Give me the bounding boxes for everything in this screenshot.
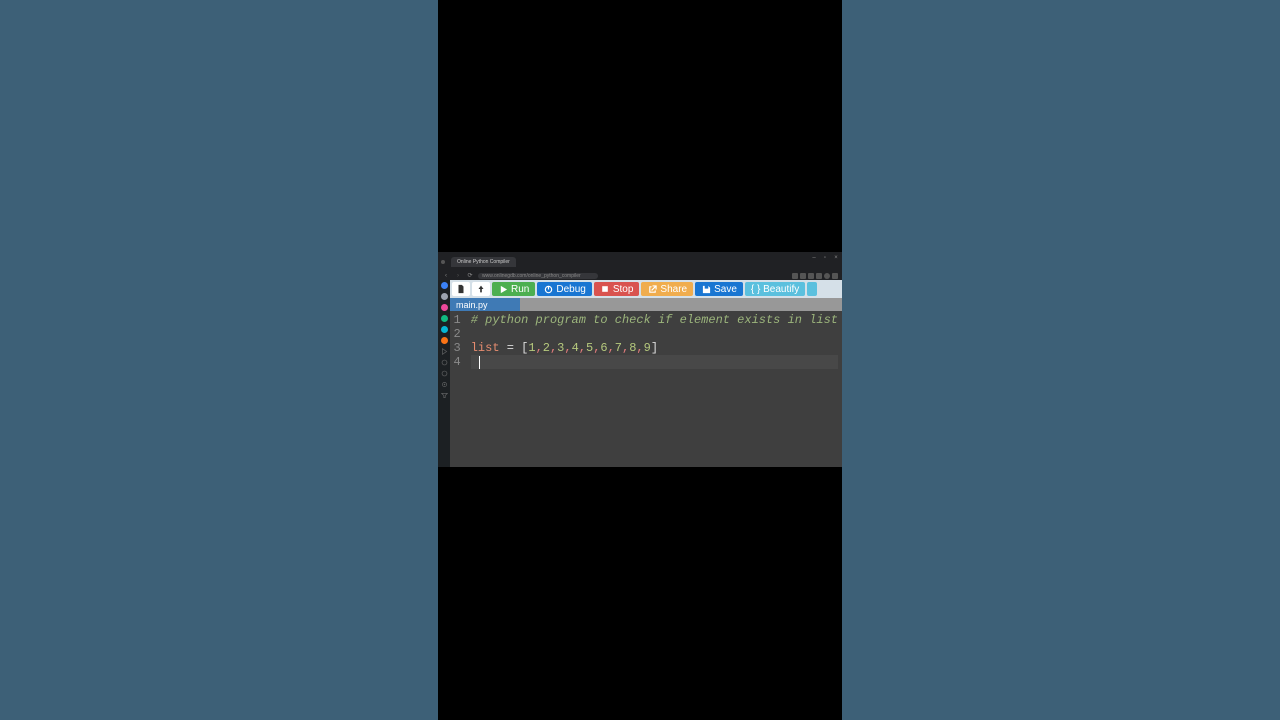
code-line: list = [1,2,3,4,5,6,7,8,9] (471, 341, 838, 355)
new-file-button[interactable] (452, 282, 470, 296)
power-icon (543, 284, 553, 294)
extension-icon[interactable] (816, 273, 822, 279)
file-tab-strip: main.py (450, 298, 842, 311)
code-line (471, 327, 838, 341)
line-number: 3 (450, 341, 461, 355)
debug-button[interactable]: Debug (537, 282, 591, 296)
window-control-icon[interactable] (441, 260, 445, 264)
number-token: 4 (572, 341, 579, 355)
extension-icon[interactable] (800, 273, 806, 279)
extension-icon[interactable] (808, 273, 814, 279)
number-token: 7 (615, 341, 622, 355)
share-label: Share (660, 284, 687, 295)
phone-frame: Online Python Compiler – ▫ × ‹ › ⟳ www.o… (438, 0, 842, 720)
profile-icon[interactable] (824, 273, 830, 279)
code-line-active (471, 355, 838, 369)
line-gutter: 1 2 3 4 (450, 311, 467, 467)
number-token: 1 (528, 341, 535, 355)
empty-line (471, 355, 478, 369)
menu-icon[interactable] (832, 273, 838, 279)
back-icon[interactable]: ‹ (442, 272, 450, 280)
run-button[interactable]: Run (492, 282, 535, 296)
sidebar-app-icon[interactable] (441, 337, 448, 344)
text-cursor (479, 356, 480, 369)
bracket-token: ] (651, 341, 658, 355)
comma-token: , (564, 341, 571, 355)
save-icon (701, 284, 711, 294)
comma-token: , (579, 341, 586, 355)
code-line: # python program to check if element exi… (471, 313, 838, 327)
comma-token: , (636, 341, 643, 355)
close-icon[interactable]: × (832, 254, 840, 262)
share-button[interactable]: Share (641, 282, 693, 296)
forward-icon[interactable]: › (454, 272, 462, 280)
toolbar: Run Debug Stop (450, 280, 842, 298)
number-token: 6 (600, 341, 607, 355)
reload-icon[interactable]: ⟳ (466, 272, 474, 280)
browser-tab-title: Online Python Compiler (457, 258, 510, 266)
assign-token: = (500, 341, 522, 355)
url-field[interactable]: www.onlinegdb.com/online_python_compiler (478, 273, 598, 279)
minimize-icon[interactable]: – (810, 254, 818, 262)
visible-app-region: Online Python Compiler – ▫ × ‹ › ⟳ www.o… (438, 252, 842, 467)
sidebar-app-icon[interactable] (441, 282, 448, 289)
browser-tab[interactable]: Online Python Compiler (451, 257, 516, 267)
line-number: 4 (450, 355, 461, 369)
file-tab-label: main.py (456, 300, 488, 310)
browser-url-bar: ‹ › ⟳ www.onlinegdb.com/online_python_co… (438, 271, 842, 280)
upload-button[interactable] (472, 282, 490, 296)
beautify-button[interactable]: { } Beautify (745, 282, 805, 296)
upload-icon (476, 284, 486, 294)
keyword-token: list (471, 341, 500, 355)
stop-icon (600, 284, 610, 294)
gear-icon[interactable] (441, 381, 448, 388)
line-number: 2 (450, 327, 461, 341)
play-icon (498, 284, 508, 294)
line-number: 1 (450, 313, 461, 327)
comment-token: # python program to check if element exi… (471, 313, 838, 327)
stop-label: Stop (613, 284, 634, 295)
comma-token: , (608, 341, 615, 355)
circle-outline-icon[interactable] (441, 370, 448, 377)
beautify-label: { } Beautify (751, 284, 799, 295)
sidebar-app-icon[interactable] (441, 304, 448, 311)
list-contents: 1,2,3,4,5,6,7,8,9 (528, 341, 650, 355)
browser-titlebar: Online Python Compiler – ▫ × (438, 252, 842, 271)
sidebar-app-icon[interactable] (441, 293, 448, 300)
new-file-icon (456, 284, 466, 294)
url-text: www.onlinegdb.com/online_python_compiler (482, 273, 581, 279)
left-sidebar (438, 280, 450, 467)
toolbar-overflow-button[interactable] (807, 282, 817, 296)
stop-button[interactable]: Stop (594, 282, 640, 296)
maximize-icon[interactable]: ▫ (821, 254, 829, 262)
code-editor[interactable]: 1 2 3 4 # python program to check if ele… (450, 311, 842, 467)
number-token: 2 (543, 341, 550, 355)
save-label: Save (714, 284, 737, 295)
debug-label: Debug (556, 284, 585, 295)
extension-icon[interactable] (792, 273, 798, 279)
play-outline-icon[interactable] (441, 348, 448, 355)
code-area[interactable]: # python program to check if element exi… (467, 311, 842, 467)
save-button[interactable]: Save (695, 282, 743, 296)
filter-icon[interactable] (441, 392, 448, 399)
circle-outline-icon[interactable] (441, 359, 448, 366)
number-token: 9 (644, 341, 651, 355)
file-tab-main[interactable]: main.py (450, 298, 520, 311)
run-label: Run (511, 284, 529, 295)
sidebar-app-icon[interactable] (441, 326, 448, 333)
comma-token: , (536, 341, 543, 355)
sidebar-app-icon[interactable] (441, 315, 448, 322)
share-icon (647, 284, 657, 294)
